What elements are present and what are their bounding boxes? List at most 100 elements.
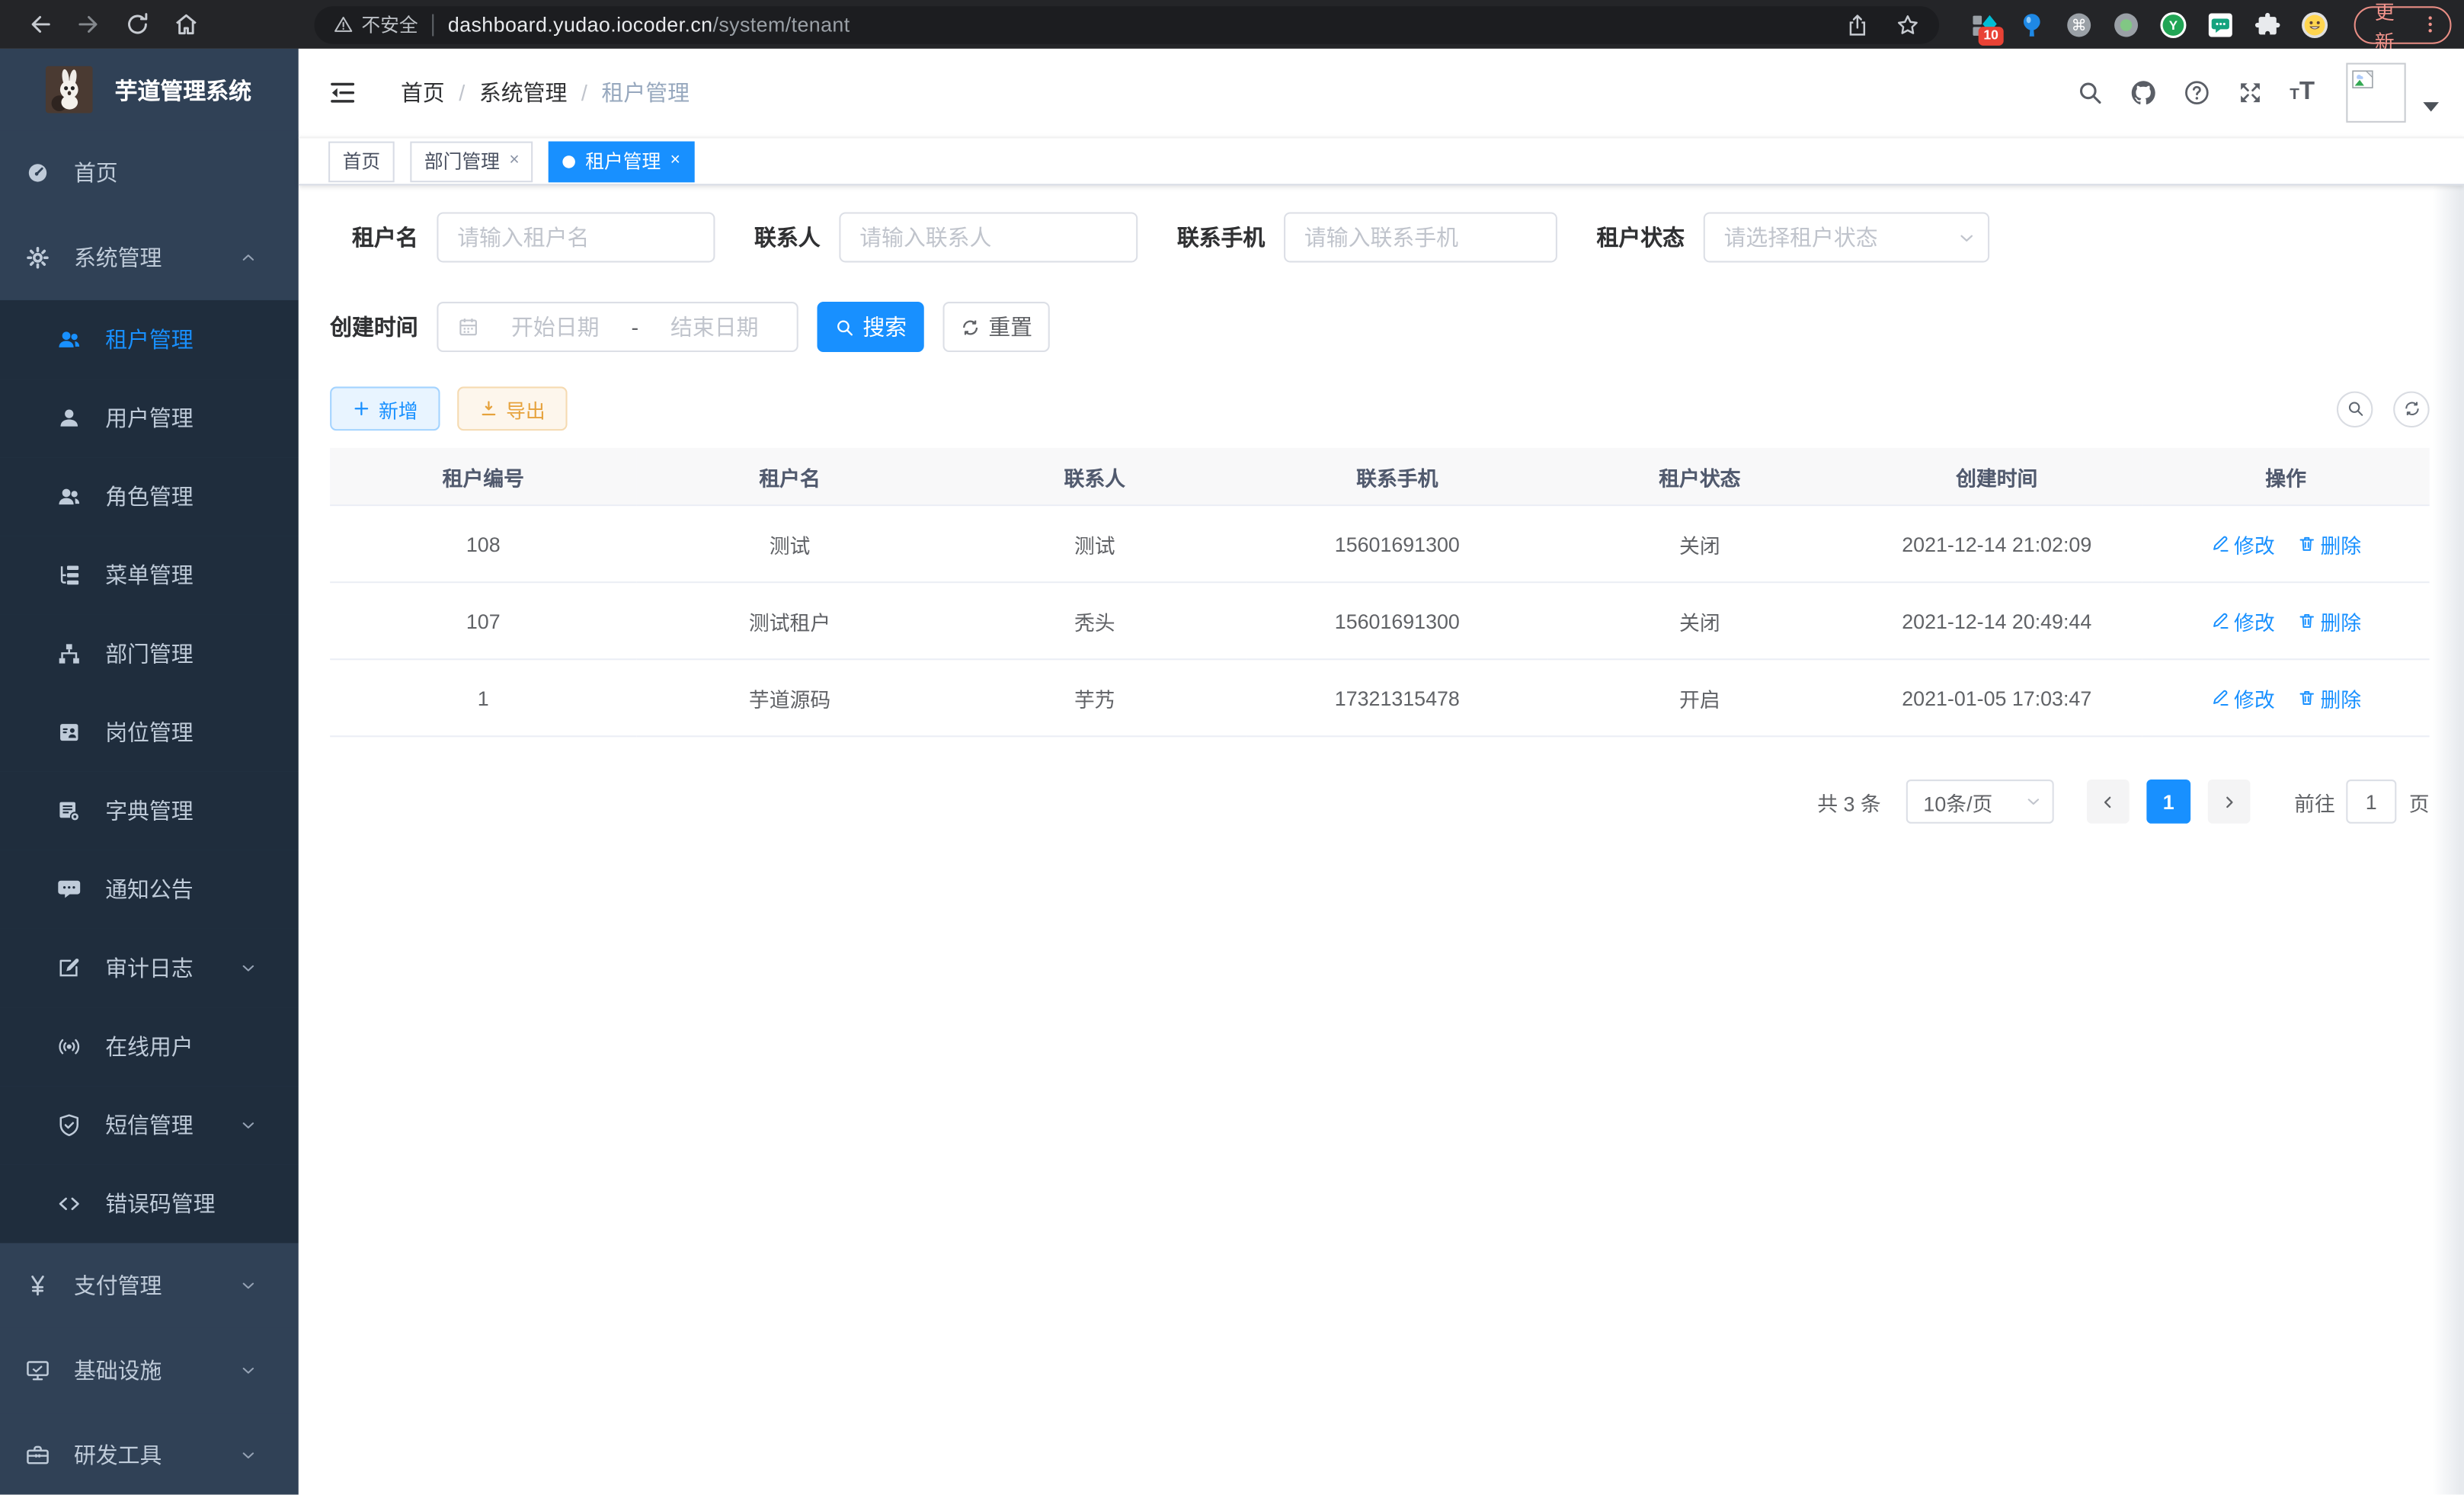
tenant-status-select[interactable]: 请选择租户状态 [1704,212,1989,262]
home-icon[interactable] [173,11,200,37]
edit-link[interactable]: 修改 [2210,529,2275,559]
ext-command-icon[interactable]: ⌘ [2066,10,2094,38]
sidebar-item-menu-management[interactable]: 菜单管理 [0,536,299,614]
table-cell: 关闭 [1548,505,1851,582]
logo-row[interactable]: 芋道管理系统 [0,49,299,130]
address-bar[interactable]: 不安全 dashboard.yudao.iocoder.cn/system/te… [315,5,1940,43]
toggle-search-button[interactable] [2337,391,2373,427]
sidebar-item-online-users[interactable]: 在线用户 [0,1007,299,1086]
avatar[interactable] [2346,63,2405,123]
delete-link[interactable]: 删除 [2297,606,2362,635]
close-tab-icon[interactable]: × [509,152,519,170]
sidebar-toggle-icon[interactable] [327,77,358,108]
goto-page-input[interactable] [2346,780,2396,824]
sidebar-item-sms-management[interactable]: 短信管理 [0,1086,299,1164]
sidebar-item-home[interactable]: 首页 [0,130,299,215]
sidebar-item-dev-tools[interactable]: 研发工具 [0,1413,299,1494]
sidebar-item-audit-log[interactable]: 审计日志 [0,929,299,1007]
table-cell: 2021-12-14 20:49:44 [1851,582,2142,659]
add-button[interactable]: 新增 [330,386,440,431]
font-size-icon[interactable]: TT [2290,78,2315,107]
sidebar-item-dict-management[interactable]: 字典管理 [0,772,299,850]
breadcrumb-item[interactable]: 系统管理 [479,77,568,108]
user-menu-caret-icon[interactable] [2423,102,2439,111]
sidebar-item-error-code-management[interactable]: 错误码管理 [0,1164,299,1243]
mobile-input[interactable] [1284,212,1557,262]
next-page-button[interactable] [2208,780,2251,824]
sidebar-item-tenant-management[interactable]: 租户管理 [0,300,299,379]
table-cell: 108 [330,505,636,582]
sidebar-item-dept-management[interactable]: 部门管理 [0,614,299,693]
table-cell: 2021-12-14 21:02:09 [1851,505,2142,582]
ext-chat-icon[interactable] [2206,10,2235,38]
search-icon [2345,399,2364,418]
search-button[interactable]: 搜索 [818,302,924,352]
chevron-down-icon [239,959,264,978]
ext-tag-icon[interactable]: 10 [1971,10,1999,38]
export-button[interactable]: 导出 [457,386,567,431]
tenant-name-input[interactable] [437,212,715,262]
ext-record-icon[interactable] [2112,10,2140,38]
table-cell: 芋道源码 [636,659,942,736]
table-cell: 芋艿 [943,659,1246,736]
bookmark-star-icon[interactable] [1896,11,1921,37]
create-time-range-picker[interactable]: 开始日期 - 结束日期 [437,302,798,352]
goto-label: 前往 [2294,786,2335,816]
share-icon[interactable] [1845,11,1870,37]
chevron-down-icon [2024,792,2043,812]
delete-link[interactable]: 删除 [2297,529,2362,559]
sidebar-item-role-management[interactable]: 角色管理 [0,457,299,536]
download-icon [479,399,498,418]
close-tab-icon[interactable]: × [670,152,680,170]
sidebar-item-label: 在线用户 [105,1031,194,1062]
edit-link[interactable]: 修改 [2210,606,2275,635]
back-icon[interactable] [27,11,53,37]
column-header: 租户编号 [330,448,636,505]
help-icon[interactable] [2183,78,2211,107]
sidebar-item-post-management[interactable]: 岗位管理 [0,693,299,772]
search-icon[interactable] [2076,78,2104,107]
current-page[interactable]: 1 [2146,780,2190,824]
sidebar-item-label: 支付管理 [74,1270,162,1301]
app-title: 芋道管理系统 [115,73,251,106]
chevron-up-icon [239,248,264,267]
forward-icon[interactable] [75,11,102,37]
delete-link[interactable]: 删除 [2297,683,2362,712]
ext-yudao-icon[interactable]: Y [2159,10,2187,38]
ext-emoji-icon[interactable] [2301,10,2329,38]
reset-button[interactable]: 重置 [943,302,1050,352]
sidebar-item-infrastructure[interactable]: 基础设施 [0,1328,299,1413]
fullscreen-icon[interactable] [2236,78,2264,107]
ext-balloon-icon[interactable] [2018,10,2046,38]
ext-puzzle-icon[interactable] [2254,10,2282,38]
security-label: 不安全 [361,11,418,37]
page-size-select[interactable]: 10条/页 [1906,780,2054,824]
prev-page-button[interactable] [2087,780,2130,824]
sidebar-item-user-management[interactable]: 用户管理 [0,379,299,457]
github-icon[interactable] [2130,78,2158,107]
browser-menu-icon[interactable] [2418,13,2442,37]
breadcrumb-item[interactable]: 首页 [401,77,445,108]
tab-部门管理[interactable]: 部门管理× [410,141,533,182]
table-cell: 关闭 [1548,582,1851,659]
sidebar-item-payment-management[interactable]: 支付管理 [0,1243,299,1327]
refresh-table-button[interactable] [2393,391,2429,427]
search-form-row2: 创建时间 开始日期 - 结束日期 搜索 重置 [330,302,2430,352]
contact-input[interactable] [839,212,1138,262]
shield-icon [56,1112,82,1138]
breadcrumb-separator: / [581,80,587,105]
sidebar-item-notice[interactable]: 通知公告 [0,850,299,929]
edit-link[interactable]: 修改 [2210,683,2275,712]
reload-icon[interactable] [124,11,151,37]
tree-list-icon [56,562,82,587]
tab-租户管理[interactable]: 租户管理× [549,141,695,182]
address-divider [432,14,434,36]
browser-toolbar: 不安全 dashboard.yudao.iocoder.cn/system/te… [0,0,2464,49]
tab-首页[interactable]: 首页 [328,141,395,182]
browser-update-button[interactable]: 更新 [2354,5,2451,43]
sidebar-item-system-management[interactable]: 系统管理 [0,216,299,300]
column-header: 联系人 [943,448,1246,505]
not-secure-warning-icon[interactable] [333,14,354,35]
edit-log-icon [56,956,82,981]
broken-image-icon [2351,68,2375,91]
